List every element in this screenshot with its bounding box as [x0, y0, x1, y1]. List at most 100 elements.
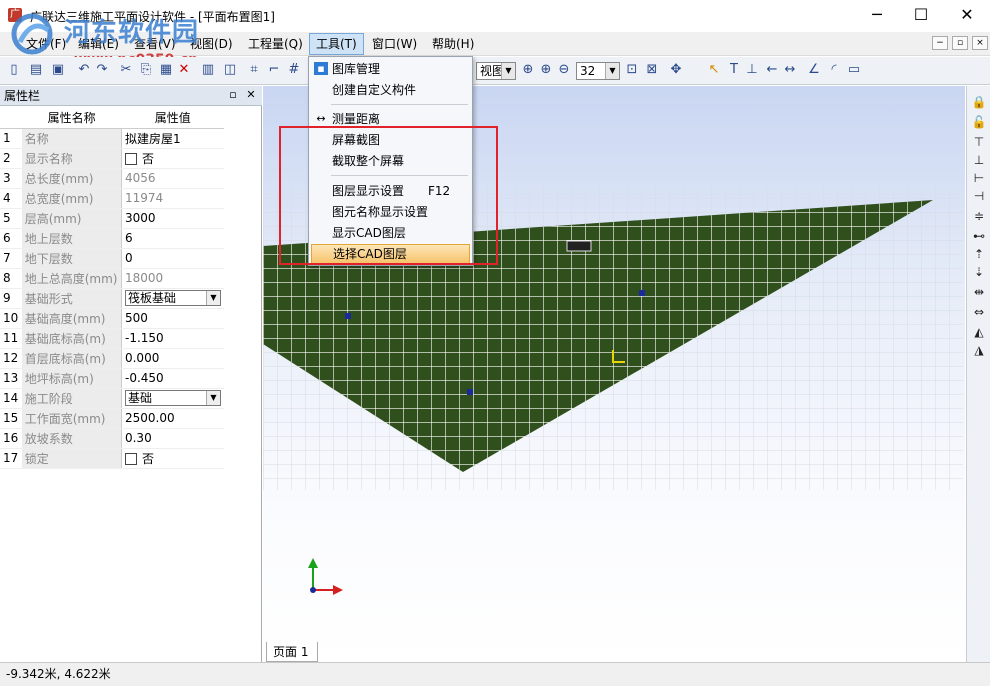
checkbox[interactable]	[124, 152, 137, 165]
property-dropdown[interactable]: 基础 ▼	[124, 390, 221, 406]
menu-item-library[interactable]: ▪ 图库管理	[311, 59, 470, 79]
point-marker[interactable]	[639, 290, 645, 296]
align-left-icon[interactable]: ⊢	[971, 170, 987, 186]
pan-icon[interactable]: ✥	[668, 62, 684, 78]
same-width-icon[interactable]: ◮	[971, 342, 987, 358]
measure-icon[interactable]: ↔	[782, 62, 798, 78]
tab-page-1[interactable]: 页面 1	[266, 642, 318, 662]
building-marker[interactable]	[566, 240, 592, 252]
table-row[interactable]: 5 层高(mm) 3000	[0, 208, 224, 229]
property-value[interactable]: 0	[121, 248, 224, 269]
property-value[interactable]: 0.000	[121, 348, 224, 369]
arc-tool-icon[interactable]: ◜	[826, 62, 842, 78]
table-row[interactable]: 10 基础高度(mm) 500	[0, 308, 224, 329]
align-bottom-icon[interactable]: ⊥	[971, 152, 987, 168]
property-value[interactable]: 6	[121, 228, 224, 249]
zoom-out-icon[interactable]: ⊖	[556, 62, 572, 78]
distribute-horizontal-icon[interactable]: ⇹	[971, 284, 987, 300]
property-value[interactable]: 拟建房屋1	[121, 128, 224, 149]
menu-item-custom-component[interactable]: 创建自定义构件	[311, 80, 470, 100]
equal-spacing-icon[interactable]: ⇔	[971, 304, 987, 320]
line-tool-icon[interactable]: ∠	[806, 62, 822, 78]
unlock-icon[interactable]: 🔓	[971, 114, 987, 130]
property-value[interactable]: -1.150	[121, 328, 224, 349]
pointer-icon[interactable]: ↖	[706, 62, 722, 78]
delete-icon[interactable]: ✕	[176, 62, 192, 78]
view-select[interactable]: 视图 ▼	[476, 62, 516, 80]
properties-icon[interactable]: ▥	[200, 62, 216, 78]
property-value[interactable]: 否	[121, 448, 224, 469]
copy-icon[interactable]: ⎘	[138, 62, 154, 78]
property-value[interactable]: 否	[121, 148, 224, 169]
property-value[interactable]: 3000	[121, 208, 224, 229]
redo-icon[interactable]: ↷	[94, 62, 110, 78]
menu-quantity[interactable]: 工程量(Q)	[242, 34, 309, 54]
table-row[interactable]: 8 地上总高度(mm) 18000	[0, 268, 224, 289]
align-icon[interactable]: ⌐	[266, 62, 282, 78]
zoom-select[interactable]: 32 ▼	[576, 62, 620, 80]
mdi-minimize-button[interactable]: −	[932, 36, 948, 50]
table-row[interactable]: 9 基础形式 筏板基础 ▼	[0, 288, 224, 309]
property-value[interactable]: 基础 ▼	[121, 388, 224, 409]
new-file-icon[interactable]: ▯	[6, 62, 22, 78]
zoom-all-icon[interactable]: ⊠	[644, 62, 660, 78]
grid-icon[interactable]: #	[286, 62, 302, 78]
property-name: 显示名称	[21, 148, 122, 169]
menu-tools[interactable]: 工具(T)	[309, 33, 364, 55]
zoom-fit-icon[interactable]: ⊡	[624, 62, 640, 78]
maximize-button[interactable]: ☐	[898, 0, 944, 30]
table-row[interactable]: 6 地上层数 6	[0, 228, 224, 249]
center-vertical-icon[interactable]: ≑	[971, 208, 987, 224]
menu-window[interactable]: 窗口(W)	[366, 34, 423, 54]
checkbox[interactable]	[124, 452, 137, 465]
menu-help[interactable]: 帮助(H)	[426, 34, 480, 54]
align-right-icon[interactable]: ⊣	[971, 188, 987, 204]
property-value[interactable]: 0.30	[121, 428, 224, 449]
property-value[interactable]: 筏板基础 ▼	[121, 288, 224, 309]
arrow-left-icon[interactable]: ←	[764, 62, 780, 78]
table-row[interactable]: 11 基础底标高(m) -1.150	[0, 328, 224, 349]
pin-icon[interactable]: ▫	[226, 88, 240, 102]
table-row[interactable]: 2 显示名称否	[0, 148, 224, 169]
lock-icon[interactable]: 🔒	[971, 94, 987, 110]
mdi-restore-button[interactable]: ▫	[952, 36, 968, 50]
table-row[interactable]: 15 工作面宽(mm) 2500.00	[0, 408, 224, 429]
row-index: 2	[0, 148, 22, 169]
cut-icon[interactable]: ✂	[118, 62, 134, 78]
table-row[interactable]: 12 首层底标高(m) 0.000	[0, 348, 224, 369]
table-row[interactable]: 14 施工阶段 基础 ▼	[0, 388, 224, 409]
table-row[interactable]: 16 放坡系数 0.30	[0, 428, 224, 449]
table-row[interactable]: 13 地坪标高(m) -0.450	[0, 368, 224, 389]
mdi-close-button[interactable]: ×	[972, 36, 988, 50]
minimize-button[interactable]: ─	[854, 0, 900, 30]
panel-close-icon[interactable]: ✕	[244, 88, 258, 102]
table-row[interactable]: 7 地下层数 0	[0, 248, 224, 269]
dimension-icon[interactable]: ⊥	[744, 62, 760, 78]
point-marker[interactable]	[345, 313, 351, 319]
zoom-in-icon[interactable]: ⊕	[538, 62, 554, 78]
same-size-icon[interactable]: ◭	[971, 324, 987, 340]
distribute-up-icon[interactable]: ⇡	[971, 246, 987, 262]
undo-icon[interactable]: ↶	[76, 62, 92, 78]
table-row[interactable]: 3 总长度(mm) 4056	[0, 168, 224, 189]
align-top-icon[interactable]: ⊤	[971, 134, 987, 150]
property-value[interactable]: 2500.00	[121, 408, 224, 429]
property-dropdown[interactable]: 筏板基础 ▼	[124, 290, 221, 306]
table-row[interactable]: 1 名称 拟建房屋1	[0, 128, 224, 149]
close-button[interactable]: ✕	[944, 0, 990, 30]
select-box-icon[interactable]: ⌗	[246, 62, 262, 78]
paste-icon[interactable]: ▦	[158, 62, 174, 78]
text-tool-icon[interactable]: T	[726, 62, 742, 78]
zoom-window-icon[interactable]: ⊕	[520, 62, 536, 78]
table-row[interactable]: 4 总宽度(mm) 11974	[0, 188, 224, 209]
open-folder-icon[interactable]: ▤	[28, 62, 44, 78]
layer-icon[interactable]: ◫	[222, 62, 238, 78]
property-value[interactable]: 500	[121, 308, 224, 329]
save-icon[interactable]: ▣	[50, 62, 66, 78]
table-row[interactable]: 17 锁定否	[0, 448, 224, 469]
distribute-down-icon[interactable]: ⇣	[971, 264, 987, 280]
center-horizontal-icon[interactable]: ⊷	[971, 228, 987, 244]
point-marker[interactable]	[467, 389, 473, 395]
rectangle-tool-icon[interactable]: ▭	[846, 62, 862, 78]
property-value[interactable]: -0.450	[121, 368, 224, 389]
